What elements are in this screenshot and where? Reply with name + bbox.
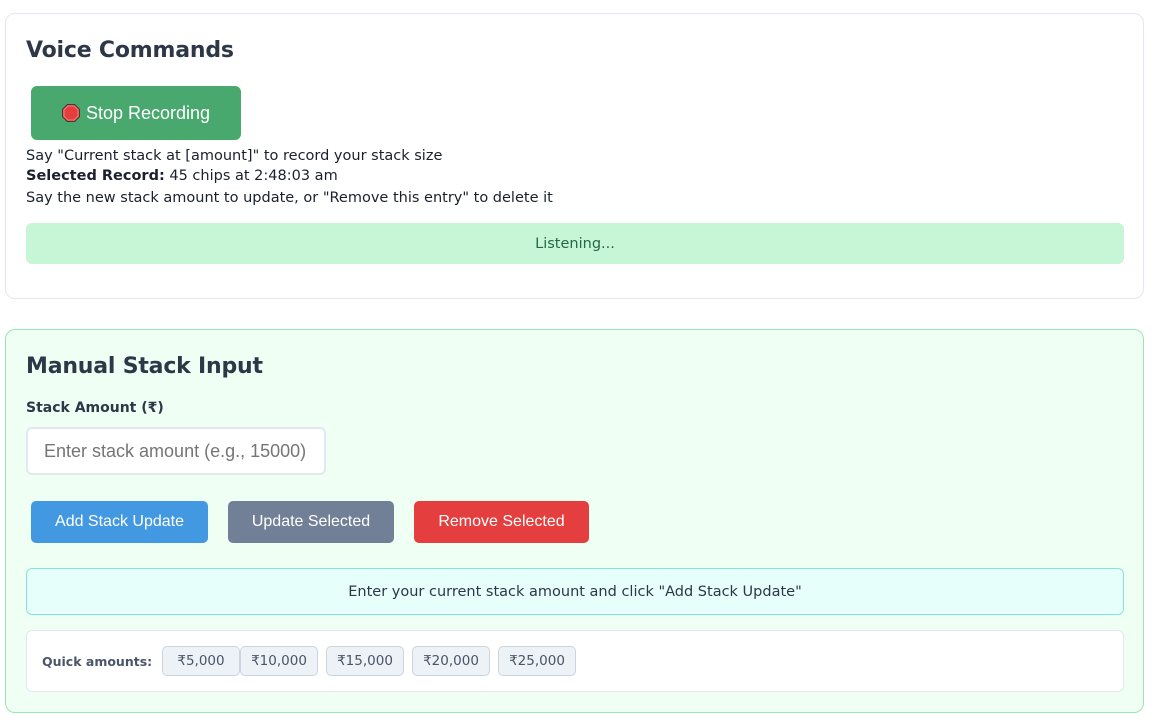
voice-commands-title: Voice Commands: [26, 38, 234, 63]
manual-info-message: Enter your current stack amount and clic…: [26, 568, 1124, 615]
selected-record-label: Selected Record:: [26, 168, 165, 184]
quick-amount-chip[interactable]: ₹25,000: [498, 646, 576, 676]
stop-recording-button[interactable]: Stop Recording: [31, 86, 241, 140]
stack-amount-input[interactable]: [26, 427, 326, 475]
quick-amounts-label: Quick amounts:: [42, 654, 153, 669]
manual-stack-input-panel: Manual Stack Input Stack Amount (₹) Add …: [5, 329, 1144, 713]
stop-sign-icon: [61, 104, 80, 122]
stack-amount-label: Stack Amount (₹): [26, 400, 164, 416]
remove-selected-button[interactable]: Remove Selected: [414, 501, 589, 543]
voice-commands-panel: Voice Commands Stop Recording Say "Curre…: [5, 13, 1144, 299]
manual-stack-input-title: Manual Stack Input: [26, 354, 263, 379]
quick-amount-chip[interactable]: ₹10,000: [240, 646, 318, 676]
quick-amount-chip[interactable]: ₹15,000: [326, 646, 404, 676]
add-stack-update-button[interactable]: Add Stack Update: [31, 501, 208, 543]
quick-amounts-bar: Quick amounts: ₹5,000 ₹10,000 ₹15,000 ₹2…: [26, 630, 1124, 692]
update-selected-button[interactable]: Update Selected: [228, 501, 394, 543]
selected-record: Selected Record: 45 chips at 2:48:03 am: [26, 168, 338, 184]
listening-status: Listening...: [26, 223, 1124, 264]
voice-update-hint: Say the new stack amount to update, or "…: [26, 190, 553, 206]
quick-amount-chip[interactable]: ₹5,000: [162, 646, 240, 676]
selected-record-value: 45 chips at 2:48:03 am: [164, 168, 338, 184]
stop-recording-label: Stop Recording: [85, 102, 211, 123]
voice-instruction: Say "Current stack at [amount]" to recor…: [26, 148, 443, 164]
quick-amount-chip[interactable]: ₹20,000: [412, 646, 490, 676]
